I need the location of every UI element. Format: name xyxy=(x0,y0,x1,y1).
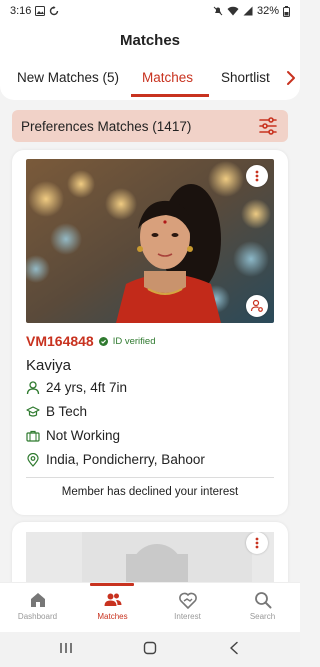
page-title: Matches xyxy=(119,32,181,49)
verified-label: ID verified xyxy=(112,335,156,347)
occupation-text: Not Working xyxy=(46,428,121,443)
nav-interest-label: Interest xyxy=(174,612,201,621)
profile-name: Kaviya xyxy=(26,357,72,374)
user-gear-icon xyxy=(250,299,263,312)
nav-matches[interactable]: Matches xyxy=(75,583,150,633)
education-text: B Tech xyxy=(46,404,88,419)
location-text: India, Pondicherry, Bahoor xyxy=(46,452,205,467)
tab-matches[interactable]: Matches xyxy=(142,64,193,94)
graduation-cap-icon xyxy=(26,405,40,417)
chevron-right-icon[interactable] xyxy=(286,68,296,88)
home-button-icon[interactable] xyxy=(142,640,158,656)
more-options-button[interactable] xyxy=(246,165,268,187)
status-right: 32% xyxy=(213,5,290,17)
education-row: B Tech xyxy=(26,404,87,419)
profile-id-row: VM164848 ID verified xyxy=(26,333,155,349)
briefcase-icon xyxy=(26,430,40,442)
system-nav-bar xyxy=(0,632,300,667)
handshake-heart-icon xyxy=(178,592,197,609)
nav-interest[interactable]: Interest xyxy=(150,583,225,633)
interest-status-note: Member has declined your interest xyxy=(61,486,239,498)
age-height-text: 24 yrs, 4ft 7in xyxy=(46,380,128,395)
location-pin-icon xyxy=(27,452,39,467)
battery-percent: 32% xyxy=(256,5,279,17)
battery-icon xyxy=(283,5,290,17)
person-icon xyxy=(26,380,40,394)
status-time: 3:16 xyxy=(10,5,32,17)
signal-icon xyxy=(243,6,253,16)
more-vertical-icon xyxy=(255,170,259,182)
nav-search[interactable]: Search xyxy=(225,583,300,633)
profile-id: VM164848 xyxy=(26,333,94,349)
search-icon xyxy=(254,592,271,609)
status-bar: 3:16 32% xyxy=(0,0,300,22)
nav-search-label: Search xyxy=(249,612,276,621)
nav-matches-label: Matches xyxy=(97,612,128,621)
filter-sliders-icon[interactable] xyxy=(258,116,278,136)
bottom-nav: Dashboard Matches Interest Search xyxy=(0,582,300,632)
card-divider xyxy=(26,477,274,478)
header: Matches New Matches (5) Matches Shortlis… xyxy=(0,22,300,100)
more-options-button-next[interactable] xyxy=(246,532,268,554)
verified-check-icon xyxy=(98,336,108,346)
tab-shortlist[interactable]: Shortlist xyxy=(221,64,270,94)
active-tab-indicator xyxy=(131,94,209,97)
tab-new-matches[interactable]: New Matches (5) xyxy=(17,64,119,94)
wifi-icon xyxy=(227,6,239,16)
nav-dashboard-label: Dashboard xyxy=(17,612,58,621)
tab-bar: New Matches (5) Matches Shortlist xyxy=(0,64,300,97)
profile-card[interactable]: VM164848 ID verified Kaviya 24 yrs, 4ft … xyxy=(12,150,288,515)
profile-photo[interactable] xyxy=(26,159,274,323)
recent-apps-icon[interactable] xyxy=(58,640,74,656)
people-icon xyxy=(104,593,121,606)
more-vertical-icon xyxy=(255,537,259,549)
nav-dashboard[interactable]: Dashboard xyxy=(0,583,75,633)
mute-icon xyxy=(213,6,223,16)
age-height-row: 24 yrs, 4ft 7in xyxy=(26,380,127,395)
gallery-notification-icon xyxy=(35,6,46,16)
sync-notification-icon xyxy=(50,6,59,16)
preferences-matches-label: Preferences Matches (1417) xyxy=(21,118,192,134)
profile-settings-button[interactable] xyxy=(246,295,268,317)
status-left: 3:16 xyxy=(10,5,59,17)
location-row: India, Pondicherry, Bahoor xyxy=(26,452,205,467)
occupation-row: Not Working xyxy=(26,428,120,443)
back-icon[interactable] xyxy=(226,640,242,656)
home-icon xyxy=(30,593,45,607)
preferences-matches-bar[interactable]: Preferences Matches (1417) xyxy=(12,110,288,142)
